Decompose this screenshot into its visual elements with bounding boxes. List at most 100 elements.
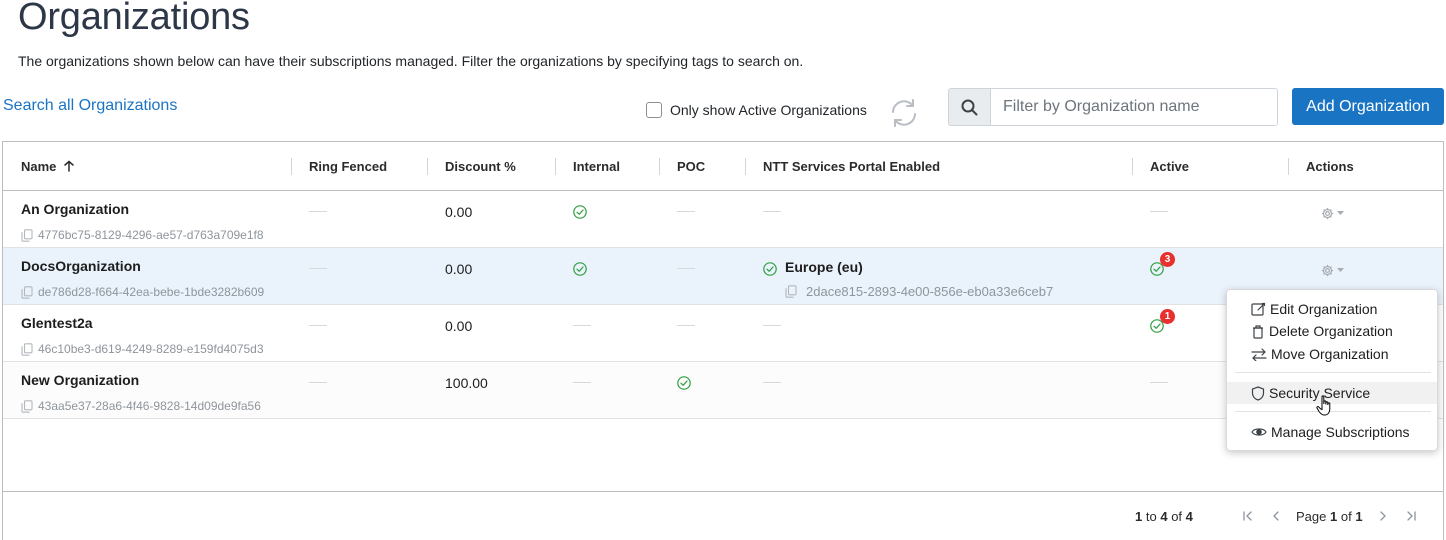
organization-id[interactable]: 4776bc75-8129-4296-ae57-d763a709e1f8: [21, 228, 264, 242]
check-circle-icon: [677, 376, 691, 390]
portal-id[interactable]: 2dace815-2893-4e00-856e-eb0a33e6ceb7: [785, 284, 1053, 299]
poc-empty: [677, 268, 695, 269]
add-organization-button[interactable]: Add Organization: [1292, 88, 1444, 125]
column-header-ring-fenced[interactable]: Ring Fenced: [309, 142, 387, 190]
column-header-internal[interactable]: Internal: [573, 142, 620, 190]
last-page-button[interactable]: [1403, 508, 1419, 524]
edit-icon: [1251, 302, 1266, 316]
organization-id[interactable]: de786d28-f664-42ea-bebe-1bde3282b609: [21, 285, 264, 299]
active-only-toggle[interactable]: Only show Active Organizations: [646, 102, 867, 118]
internal-empty: [573, 382, 591, 383]
refresh-button[interactable]: [888, 97, 920, 129]
copy-icon: [21, 285, 33, 299]
portal-empty: [763, 325, 781, 326]
check-circle-icon: [573, 205, 587, 219]
manage-subscriptions-menu-item[interactable]: Manage Subscriptions: [1227, 421, 1437, 443]
check-circle-icon: [763, 262, 777, 276]
organization-id[interactable]: 43aa5e37-28a6-4f46-9828-14d09de9fa56: [21, 399, 261, 413]
portal-empty: [763, 382, 781, 383]
poc-empty: [677, 211, 695, 212]
actions-dropdown-menu: Edit Organization Delete Organization Mo…: [1226, 289, 1438, 451]
pagination-bar: 1 to 4 of 4 Page 1 of 1: [3, 491, 1443, 540]
gear-icon: [1321, 264, 1334, 277]
menu-item-label: Delete Organization: [1269, 323, 1393, 339]
refresh-icon: [892, 99, 916, 127]
copy-icon: [21, 342, 33, 356]
active-count-badge: 1: [1160, 309, 1175, 324]
discount-value: 0.00: [445, 204, 473, 220]
sort-ascending-icon: [64, 160, 75, 172]
copy-icon: [21, 399, 33, 413]
discount-value: 0.00: [445, 318, 473, 334]
delete-organization-menu-item[interactable]: Delete Organization: [1227, 320, 1437, 342]
portal-empty: [763, 211, 781, 212]
column-header-actions: Actions: [1306, 158, 1354, 174]
filter-organization-input[interactable]: [991, 89, 1277, 125]
move-organization-menu-item[interactable]: Move Organization: [1227, 343, 1437, 365]
organization-name[interactable]: DocsOrganization: [21, 258, 141, 274]
copy-icon: [785, 285, 797, 298]
menu-item-label: Manage Subscriptions: [1271, 424, 1410, 440]
table-row[interactable]: An Organization 4776bc75-8129-4296-ae57-…: [3, 191, 1443, 248]
ring-fenced-empty: [309, 382, 327, 383]
active-count-badge: 3: [1160, 252, 1175, 267]
caret-down-icon: [1337, 211, 1344, 215]
search-addon: [949, 89, 991, 125]
active-only-checkbox[interactable]: [646, 102, 662, 118]
row-actions-button[interactable]: [1321, 207, 1344, 220]
swap-icon: [1251, 347, 1267, 361]
active-only-label: Only show Active Organizations: [670, 102, 867, 118]
active-empty: [1150, 382, 1168, 383]
next-page-icon: [1380, 511, 1386, 521]
grid-header: Name Ring Fenced Discount % Internal POC…: [3, 142, 1443, 191]
organization-name[interactable]: An Organization: [21, 201, 129, 217]
column-header-discount[interactable]: Discount %: [445, 142, 516, 190]
menu-item-label: Edit Organization: [1270, 301, 1378, 317]
organization-id[interactable]: 46c10be3-d619-4249-8289-e159fd4075d3: [21, 342, 264, 356]
ring-fenced-empty: [309, 325, 327, 326]
prev-page-icon: [1273, 511, 1279, 521]
column-header-poc[interactable]: POC: [677, 142, 705, 190]
active-empty: [1150, 211, 1168, 212]
previous-page-button[interactable]: [1268, 508, 1284, 524]
poc-empty: [677, 325, 695, 326]
menu-item-label: Move Organization: [1271, 346, 1389, 362]
first-page-button[interactable]: [1240, 508, 1256, 524]
column-header-portal[interactable]: NTT Services Portal Enabled: [763, 142, 940, 190]
page-indicator: Page 1 of 1: [1296, 509, 1363, 524]
check-circle-icon: [573, 262, 587, 276]
organization-name[interactable]: New Organization: [21, 372, 139, 388]
gear-icon: [1321, 207, 1334, 220]
caret-down-icon: [1337, 268, 1344, 272]
copy-icon: [21, 228, 33, 242]
column-header-name-label: Name: [21, 158, 57, 174]
organization-name[interactable]: Glentest2a: [21, 315, 93, 331]
page-title: Organizations: [18, 0, 250, 38]
page-description: The organizations shown below can have t…: [18, 53, 804, 69]
organization-id-text: 43aa5e37-28a6-4f46-9828-14d09de9fa56: [38, 399, 261, 413]
organization-id-text: 46c10be3-d619-4249-8289-e159fd4075d3: [38, 342, 264, 356]
ring-fenced-empty: [309, 211, 327, 212]
organization-id-text: 4776bc75-8129-4296-ae57-d763a709e1f8: [38, 228, 264, 242]
row-actions-button[interactable]: [1321, 264, 1344, 277]
ring-fenced-empty: [309, 268, 327, 269]
discount-value: 100.00: [445, 375, 488, 391]
discount-value: 0.00: [445, 261, 473, 277]
last-page-icon: [1407, 511, 1416, 521]
next-page-button[interactable]: [1375, 508, 1391, 524]
search-all-organizations-link[interactable]: Search all Organizations: [3, 97, 177, 115]
pagination-summary: 1 to 4 of 4: [1135, 509, 1193, 524]
internal-empty: [573, 325, 591, 326]
first-page-icon: [1243, 511, 1252, 521]
search-icon: [961, 99, 978, 115]
eye-icon: [1251, 428, 1267, 436]
column-header-name[interactable]: Name: [21, 142, 76, 190]
hand-cursor-icon: [1316, 395, 1331, 416]
portal-region: Europe (eu): [785, 259, 863, 275]
trash-icon: [1253, 324, 1263, 339]
edit-organization-menu-item[interactable]: Edit Organization: [1227, 298, 1437, 320]
organization-id-text: de786d28-f664-42ea-bebe-1bde3282b609: [38, 285, 265, 299]
column-header-active[interactable]: Active: [1150, 142, 1189, 190]
organization-filter: [948, 88, 1278, 126]
portal-id-text: 2dace815-2893-4e00-856e-eb0a33e6ceb7: [806, 284, 1054, 299]
